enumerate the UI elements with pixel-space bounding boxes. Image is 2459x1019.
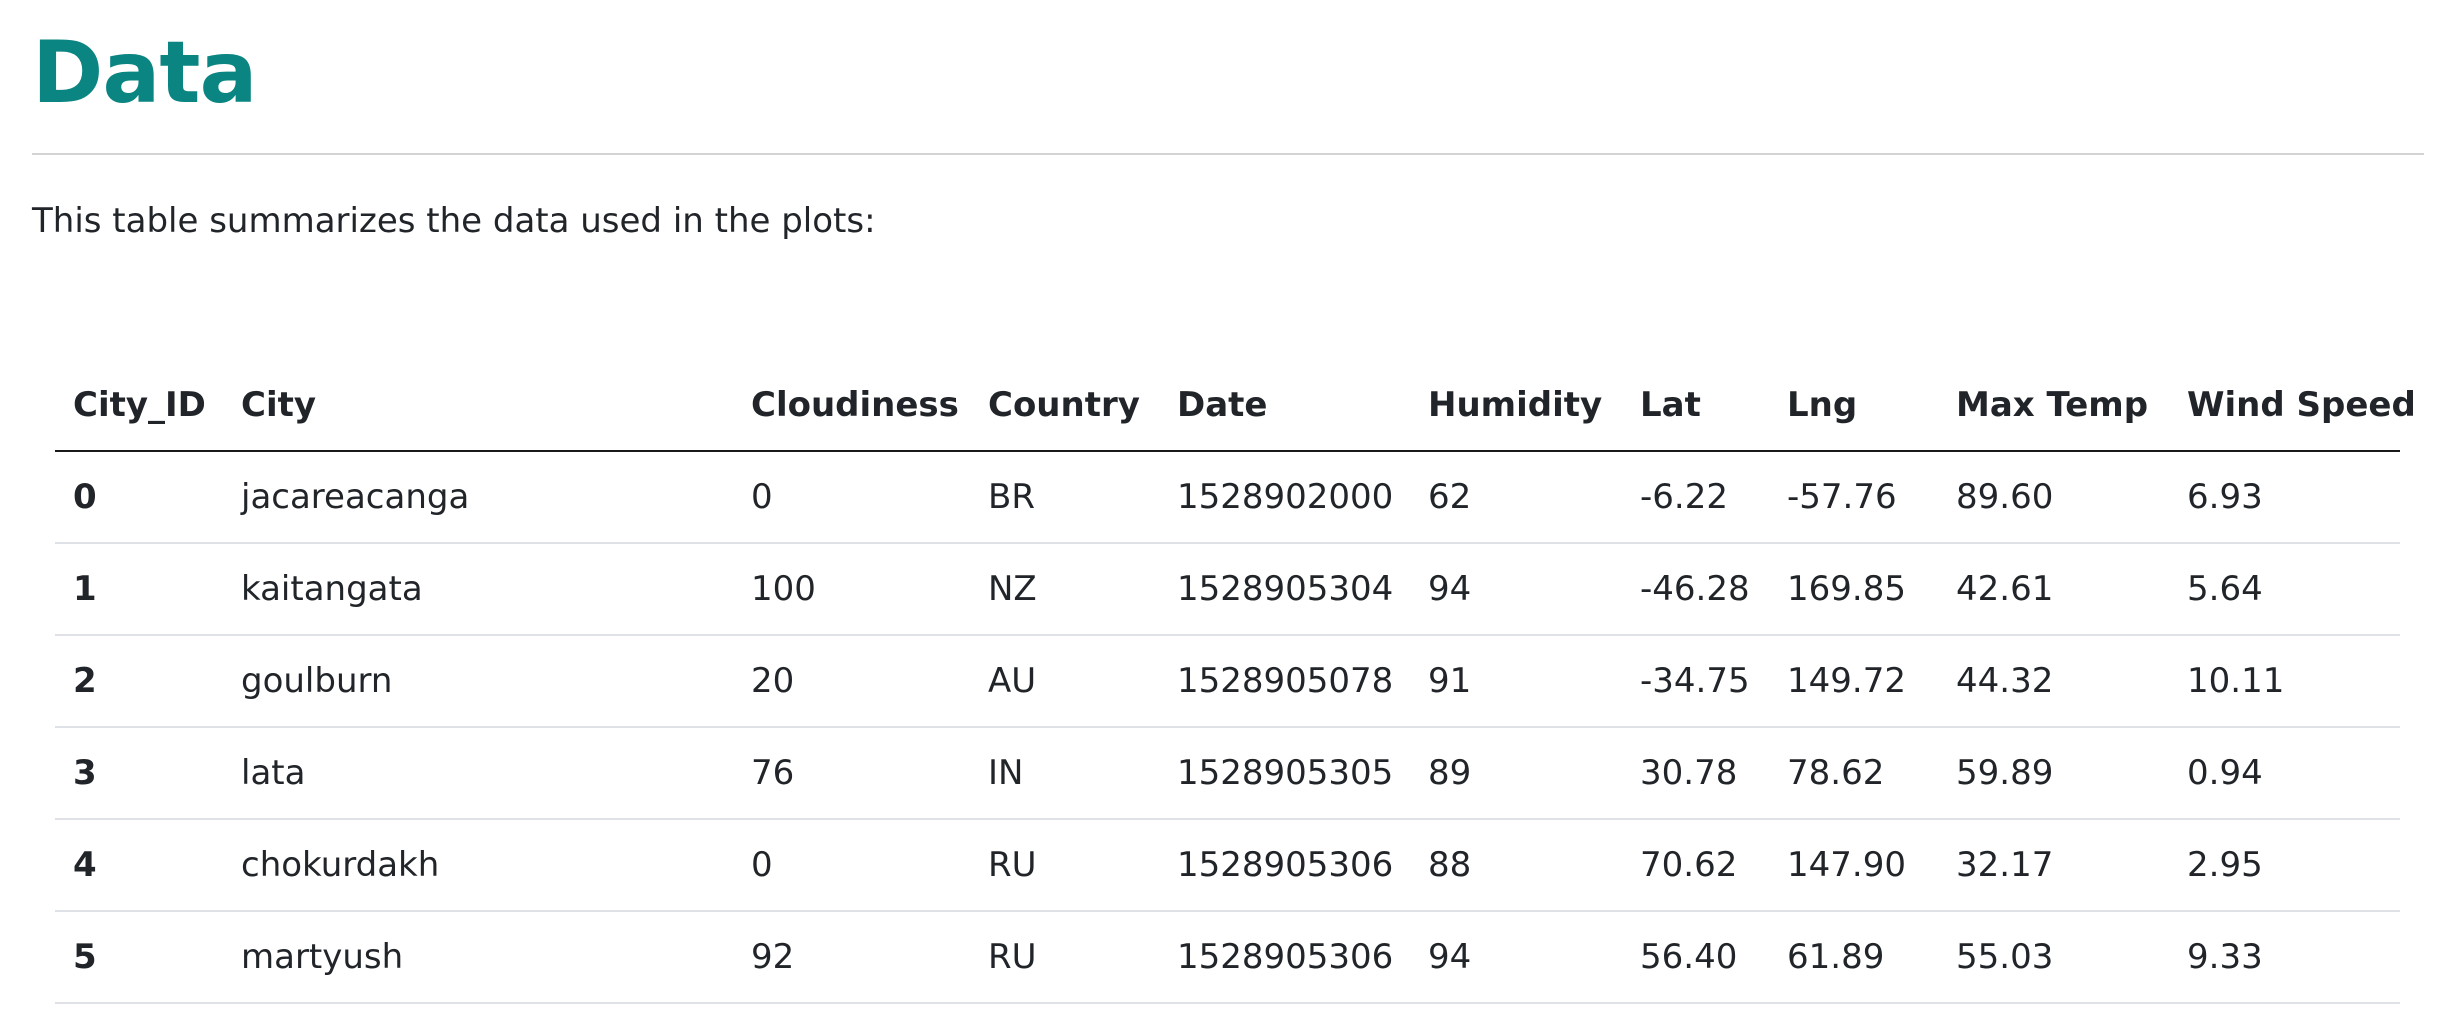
cell-date: 1528905305 (1159, 727, 1410, 820)
column-header-city-id: City_ID (55, 360, 223, 452)
cell-cloudiness: 20 (733, 635, 970, 728)
table-row: 3 lata 76 IN 1528905305 89 30.78 78.62 5… (55, 727, 2400, 820)
cell-lat: 70.62 (1622, 819, 1769, 912)
cell-country: BR (970, 451, 1159, 544)
cell-country: NZ (970, 543, 1159, 636)
cell-cloudiness: 0 (733, 819, 970, 912)
cell-lat: 30.78 (1622, 727, 1769, 820)
cell-max-temp: 55.03 (1938, 911, 2169, 1004)
table-body: 0 jacareacanga 0 BR 1528902000 62 -6.22 … (55, 451, 2400, 1004)
cell-cloudiness: 0 (733, 451, 970, 544)
cell-humidity: 94 (1410, 543, 1622, 636)
cell-humidity: 94 (1410, 911, 1622, 1004)
cell-max-temp: 44.32 (1938, 635, 2169, 728)
cell-country: IN (970, 727, 1159, 820)
cell-city-id: 1 (55, 543, 223, 636)
cell-city: martyush (223, 911, 733, 1004)
cell-city-id: 0 (55, 451, 223, 544)
cell-city-id: 4 (55, 819, 223, 912)
page: Data This table summarizes the data used… (0, 0, 2459, 1019)
cell-city-id: 5 (55, 911, 223, 1004)
cell-lng: -57.76 (1769, 451, 1938, 544)
cell-max-temp: 42.61 (1938, 543, 2169, 636)
cell-city: goulburn (223, 635, 733, 728)
column-header-humidity: Humidity (1410, 360, 1622, 452)
cell-lng: 61.89 (1769, 911, 1938, 1004)
cell-date: 1528905304 (1159, 543, 1410, 636)
cell-city-id: 2 (55, 635, 223, 728)
column-header-wind-speed: Wind Speed (2169, 360, 2416, 452)
cell-humidity: 91 (1410, 635, 1622, 728)
cell-country: AU (970, 635, 1159, 728)
cell-lng: 169.85 (1769, 543, 1938, 636)
header-row: City_ID City Cloudiness Country Date Hum… (55, 360, 2416, 452)
cell-max-temp: 32.17 (1938, 819, 2169, 912)
cell-wind-speed: 5.64 (2169, 543, 2400, 636)
cell-humidity: 88 (1410, 819, 1622, 912)
column-header-lng: Lng (1769, 360, 1938, 452)
column-header-lat: Lat (1622, 360, 1769, 452)
cell-lng: 78.62 (1769, 727, 1938, 820)
cell-date: 1528905306 (1159, 819, 1410, 912)
cell-lat: -6.22 (1622, 451, 1769, 544)
column-header-cloudiness: Cloudiness (733, 360, 970, 452)
column-header-city: City (223, 360, 733, 452)
cell-date: 1528905306 (1159, 911, 1410, 1004)
cell-wind-speed: 10.11 (2169, 635, 2400, 728)
data-table: City_ID City Cloudiness Country Date Hum… (55, 360, 2416, 1004)
table-row: 0 jacareacanga 0 BR 1528902000 62 -6.22 … (55, 451, 2400, 544)
cell-country: RU (970, 911, 1159, 1004)
cell-lat: 56.40 (1622, 911, 1769, 1004)
cell-date: 1528902000 (1159, 451, 1410, 544)
cell-cloudiness: 92 (733, 911, 970, 1004)
column-header-country: Country (970, 360, 1159, 452)
cell-humidity: 89 (1410, 727, 1622, 820)
cell-max-temp: 59.89 (1938, 727, 2169, 820)
column-header-date: Date (1159, 360, 1410, 452)
cell-cloudiness: 100 (733, 543, 970, 636)
column-header-max-temp: Max Temp (1938, 360, 2169, 452)
cell-city: jacareacanga (223, 451, 733, 544)
cell-humidity: 62 (1410, 451, 1622, 544)
cell-city: lata (223, 727, 733, 820)
table-row: 4 chokurdakh 0 RU 1528905306 88 70.62 14… (55, 819, 2400, 912)
cell-city: kaitangata (223, 543, 733, 636)
cell-wind-speed: 9.33 (2169, 911, 2400, 1004)
cell-city-id: 3 (55, 727, 223, 820)
table-header: City_ID City Cloudiness Country Date Hum… (55, 360, 2416, 452)
cell-country: RU (970, 819, 1159, 912)
cell-cloudiness: 76 (733, 727, 970, 820)
cell-lat: -46.28 (1622, 543, 1769, 636)
cell-wind-speed: 6.93 (2169, 451, 2400, 544)
table-row: 1 kaitangata 100 NZ 1528905304 94 -46.28… (55, 543, 2400, 636)
title-divider (32, 153, 2424, 155)
intro-text: This table summarizes the data used in t… (32, 201, 876, 241)
page-title: Data (32, 23, 258, 123)
cell-lng: 149.72 (1769, 635, 1938, 728)
table-row: 2 goulburn 20 AU 1528905078 91 -34.75 14… (55, 635, 2400, 728)
cell-lng: 147.90 (1769, 819, 1938, 912)
table-row: 5 martyush 92 RU 1528905306 94 56.40 61.… (55, 911, 2400, 1004)
cell-wind-speed: 2.95 (2169, 819, 2400, 912)
cell-lat: -34.75 (1622, 635, 1769, 728)
cell-wind-speed: 0.94 (2169, 727, 2400, 820)
cell-date: 1528905078 (1159, 635, 1410, 728)
cell-max-temp: 89.60 (1938, 451, 2169, 544)
cell-city: chokurdakh (223, 819, 733, 912)
